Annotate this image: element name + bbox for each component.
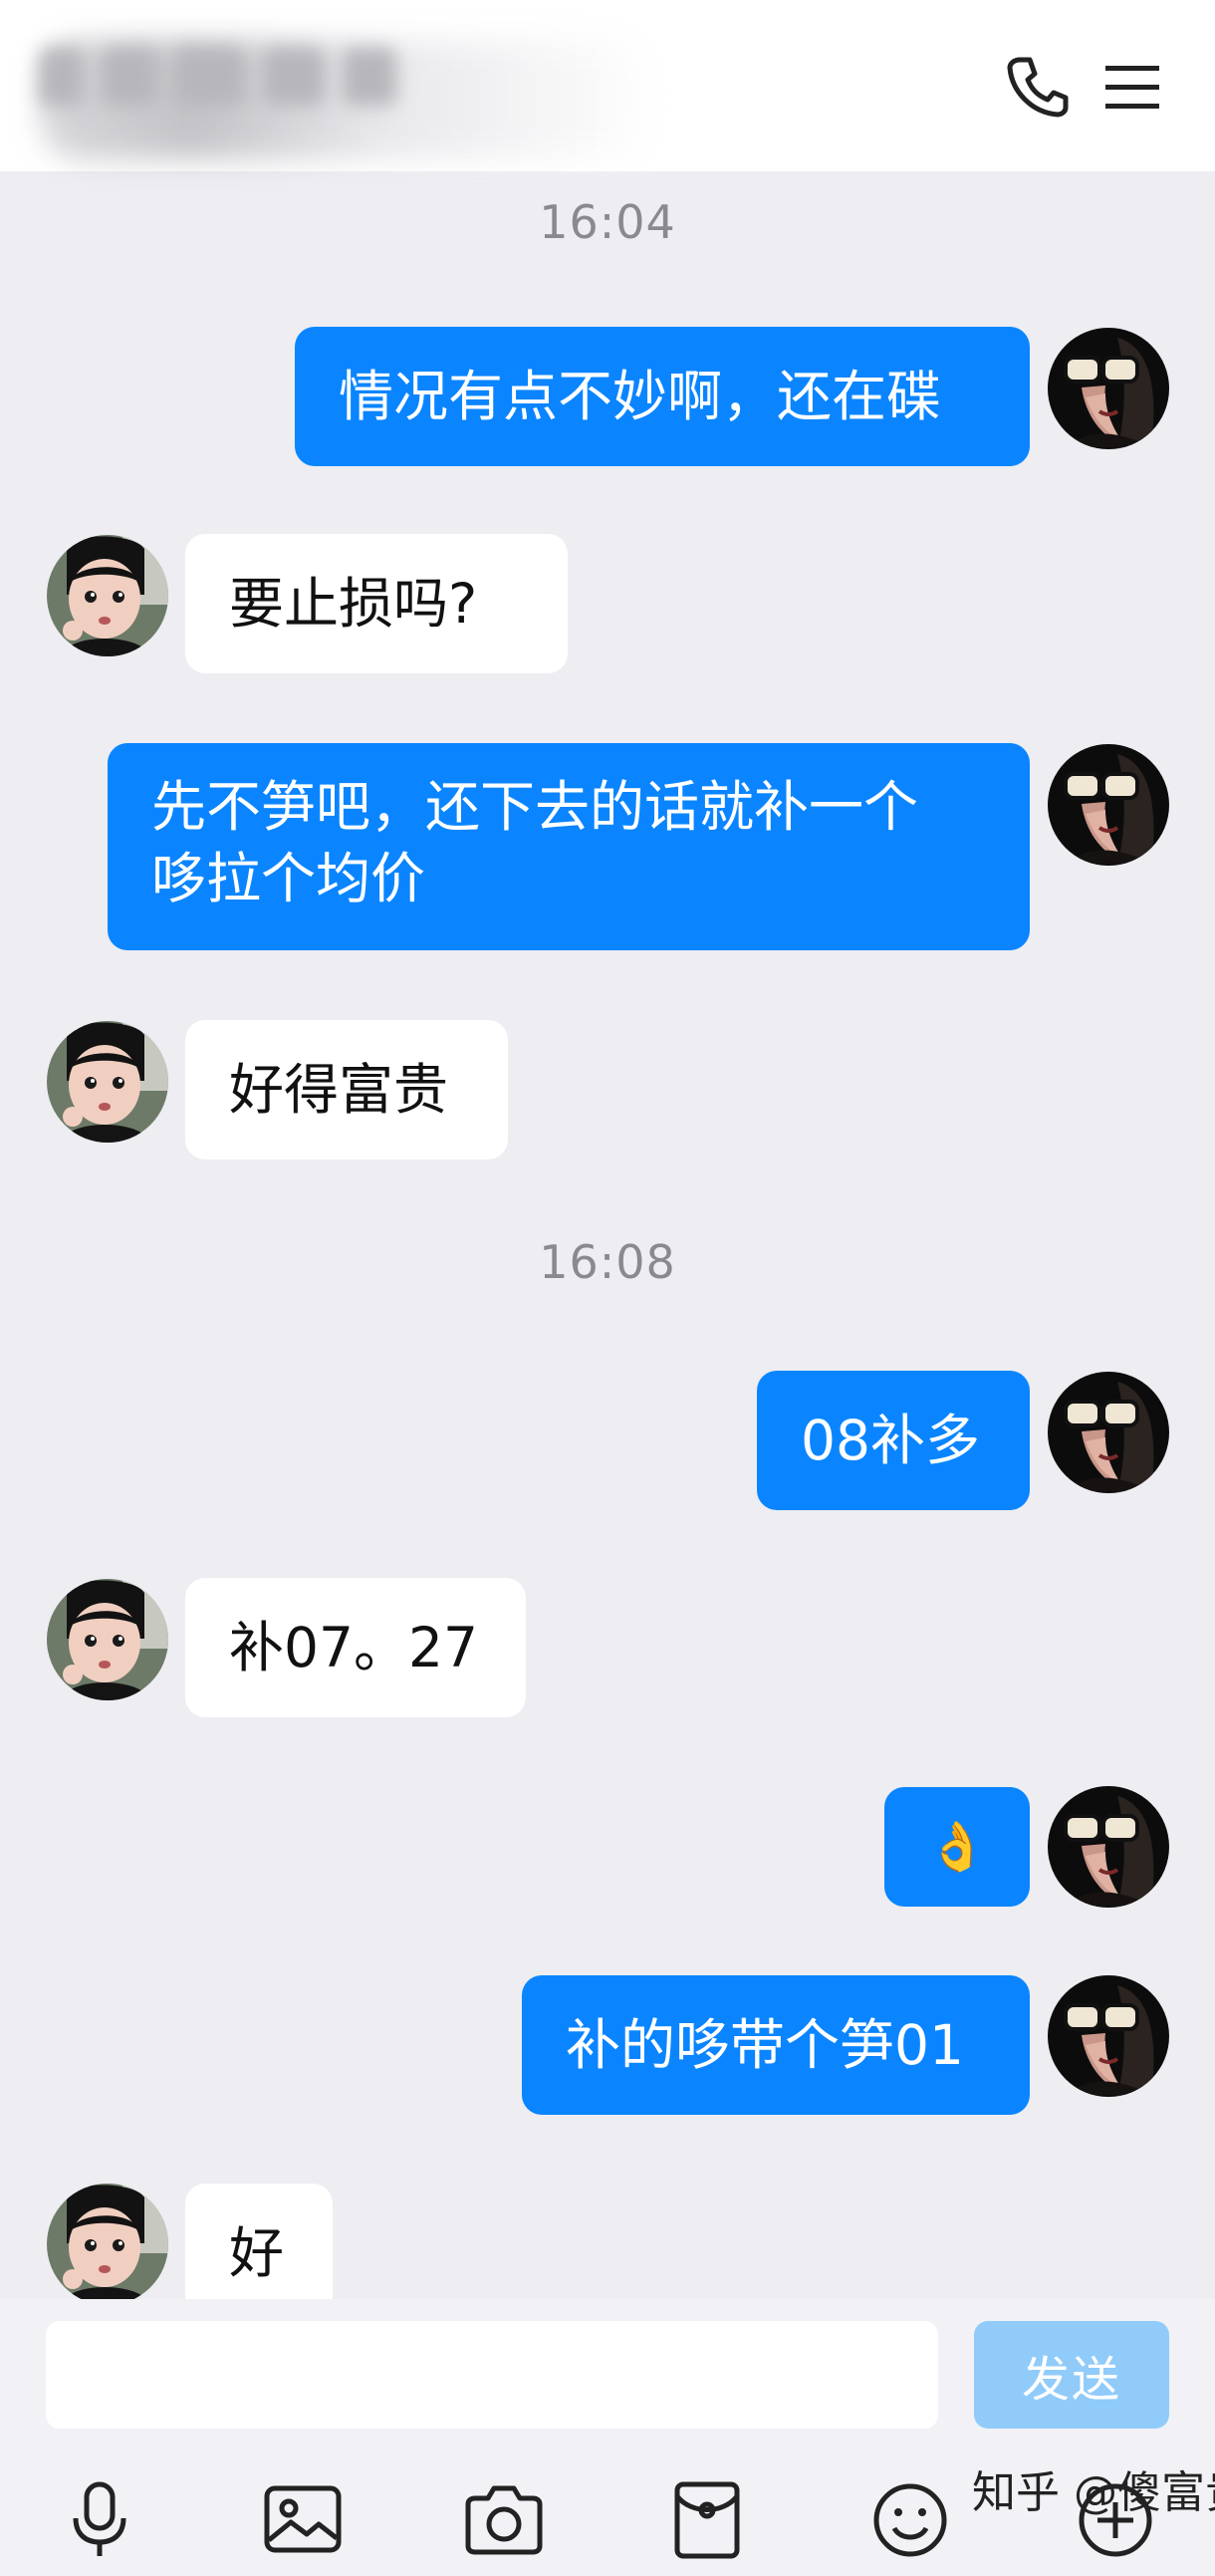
message-text: 要止损吗? (229, 572, 478, 636)
microphone-icon[interactable] (54, 2474, 145, 2566)
contact-avatar[interactable] (47, 1021, 168, 1143)
sent-message-bubble[interactable]: 情况有点不妙啊，还在碟 (295, 327, 1030, 466)
message-text: 好得富贵 (229, 1058, 449, 1122)
contact-avatar[interactable] (47, 2184, 168, 2305)
message-input[interactable] (46, 2321, 938, 2429)
zhihu-watermark: 知乎 @傻富贵j (972, 2467, 1215, 2518)
message-text: 补07。27 (229, 1616, 478, 1679)
send-button[interactable]: 发送 (974, 2321, 1169, 2429)
received-message-bubble[interactable]: 要止损吗? (185, 534, 568, 673)
composer-bar: 发送 (0, 2299, 1215, 2576)
contact-avatar[interactable] (47, 535, 168, 656)
ok-hand-emoji: 👌 (927, 1819, 987, 1875)
message-text: 08补多 (801, 1409, 980, 1472)
camera-icon[interactable] (458, 2474, 550, 2566)
emoji-icon[interactable] (864, 2474, 956, 2566)
message-text: 好 (229, 2221, 285, 2285)
my-avatar[interactable] (1048, 328, 1169, 449)
contact-name-pixelated (40, 48, 396, 106)
sent-message-bubble[interactable]: 08补多 (757, 1371, 1030, 1510)
timestamp: 16:08 (539, 1235, 676, 1289)
hamburger-menu-icon[interactable] (1099, 52, 1169, 122)
message-text-line: 哆拉个均价 (151, 847, 426, 910)
timestamp: 16:04 (539, 195, 676, 249)
received-message-bubble[interactable]: 补07。27 (185, 1578, 526, 1717)
received-message-bubble[interactable]: 好得富贵 (185, 1020, 508, 1159)
image-icon[interactable] (257, 2474, 349, 2566)
message-text: 补的哆带个笋01 (566, 2013, 964, 2077)
contact-avatar[interactable] (47, 1579, 168, 1700)
sent-message-bubble[interactable]: 👌 (884, 1787, 1030, 1907)
my-avatar[interactable] (1048, 744, 1169, 866)
chat-header (0, 0, 1215, 171)
red-packet-icon[interactable] (661, 2474, 753, 2566)
sent-message-bubble[interactable]: 补的哆带个笋01 (522, 1975, 1030, 2115)
my-avatar[interactable] (1048, 1372, 1169, 1493)
message-text: 情况有点不妙啊，还在碟 (339, 365, 942, 428)
message-text-line: 先不笋吧，还下去的话就补一个 (151, 775, 919, 839)
my-avatar[interactable] (1048, 1786, 1169, 1908)
my-avatar[interactable] (1048, 1975, 1169, 2097)
phone-icon[interactable] (1002, 52, 1072, 122)
sent-message-bubble[interactable]: 先不笋吧，还下去的话就补一个 哆拉个均价 (108, 743, 1030, 950)
